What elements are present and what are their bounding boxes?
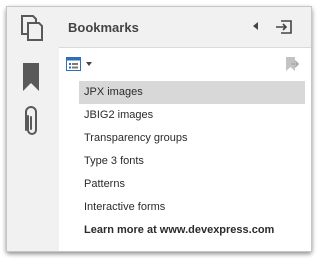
bookmarks-panel: Bookmarks JPX images JBIG2 images Transp… bbox=[59, 7, 311, 251]
navigation-sidebar bbox=[7, 7, 60, 251]
chevron-down-icon bbox=[86, 62, 92, 66]
bookmark-item[interactable]: Type 3 fonts bbox=[79, 150, 305, 173]
bookmark-list: JPX images JBIG2 images Transparency gro… bbox=[79, 81, 305, 242]
bookmark-item[interactable]: Interactive forms bbox=[79, 196, 305, 219]
viewer-window: Bookmarks JPX images JBIG2 images Transp… bbox=[6, 6, 312, 252]
panel-title: Bookmarks bbox=[68, 20, 139, 35]
bookmark-options-button[interactable] bbox=[66, 56, 96, 72]
bookmark-item[interactable]: JBIG2 images bbox=[79, 104, 305, 127]
hide-panel-icon bbox=[276, 20, 292, 34]
bookmark-item[interactable]: JPX images bbox=[79, 81, 305, 104]
attachments-button[interactable] bbox=[7, 99, 59, 141]
bookmarks-toolbar bbox=[59, 48, 311, 80]
bookmark-icon bbox=[23, 63, 39, 91]
thumbnails-button[interactable] bbox=[7, 7, 59, 49]
triangle-left-icon bbox=[253, 22, 258, 30]
bookmarks-button[interactable] bbox=[7, 55, 59, 97]
paperclip-icon bbox=[25, 106, 37, 135]
bookmark-options-icon bbox=[66, 57, 81, 71]
go-to-bookmark-icon bbox=[286, 57, 300, 71]
bookmark-item[interactable]: Patterns bbox=[79, 173, 305, 196]
bookmark-item[interactable]: Transparency groups bbox=[79, 127, 305, 150]
pages-icon bbox=[21, 15, 43, 41]
collapse-button[interactable] bbox=[252, 19, 260, 38]
hide-panel-button[interactable] bbox=[275, 19, 293, 40]
bookmark-item[interactable]: Learn more at www.devexpress.com bbox=[79, 219, 305, 242]
panel-header: Bookmarks bbox=[59, 7, 311, 48]
go-to-bookmark-button[interactable] bbox=[283, 56, 300, 77]
